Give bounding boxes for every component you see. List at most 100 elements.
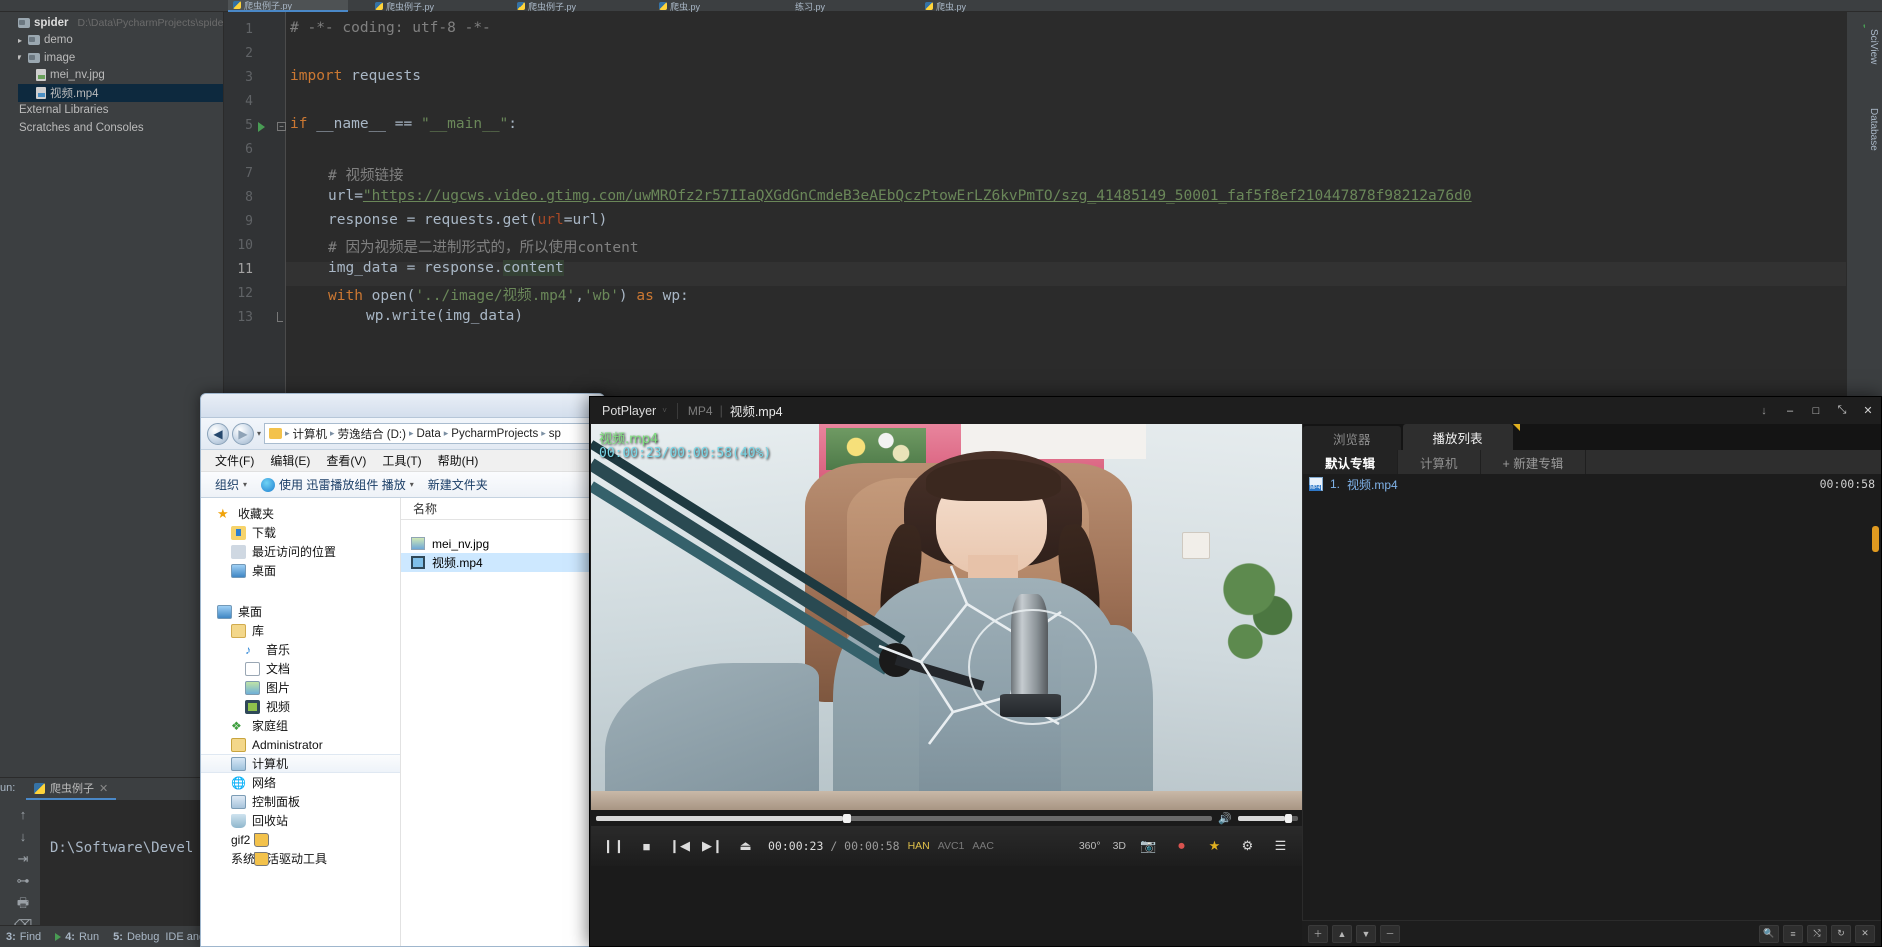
menu-view[interactable]: 查看(V) [326, 452, 366, 469]
play-with-xunlei-button[interactable]: 使用 迅雷播放组件 播放 ▾ [261, 476, 414, 493]
nav-item-activation-tools[interactable]: 系统激活驱动工具 [201, 849, 400, 868]
print-icon[interactable]: 🖶 [14, 894, 32, 912]
album-tab-default[interactable]: 默认专辑 [1303, 450, 1399, 474]
nav-item-computer[interactable]: 计算机 [201, 754, 400, 773]
filter-icon[interactable]: ⊶ [14, 872, 32, 890]
explorer-navigation-pane[interactable]: ★ 收藏夹 下载 最近访问的位置 桌面 桌面 库 ♪ 音乐 文档 图片 视频 ❖ 家庭… [201, 498, 401, 946]
left-tool-strip[interactable] [0, 12, 18, 777]
volume-bar[interactable] [1238, 813, 1298, 823]
scroll-up-icon[interactable]: ↑ [14, 806, 32, 824]
editor-tab-0[interactable]: 爬虫例子.py [228, 0, 348, 12]
nav-item-libraries[interactable]: 库 [201, 621, 400, 640]
playlist-add-icon[interactable]: ＋ [1308, 924, 1328, 943]
album-tab-computer[interactable]: 计算机 [1398, 450, 1481, 474]
menu-tools[interactable]: 工具(T) [382, 452, 421, 469]
status-run[interactable]: 4: Run [55, 931, 99, 943]
project-tool-window[interactable]: ▼ spider D:\Data\PycharmProjects\spider … [0, 12, 227, 777]
run-gutter-icon[interactable] [258, 122, 265, 132]
breadcrumb-2[interactable]: Data [416, 428, 440, 440]
nav-item-administrator[interactable]: Administrator [201, 735, 400, 754]
playlist-close-icon[interactable]: ✕ [1855, 924, 1875, 943]
playlist-remove-icon[interactable]: － [1380, 924, 1400, 943]
nav-item-pictures[interactable]: 图片 [201, 678, 400, 697]
potplayer-title-bar[interactable]: PotPlayer ˅ MP4 | 视频.mp4 ↓ – □ ⤡ ✕ [590, 397, 1881, 424]
breadcrumb-1[interactable]: 劳逸结合 (D:) [338, 426, 406, 442]
audio-codec-tag[interactable]: AAC [972, 840, 994, 852]
tab-browser[interactable]: 浏览器 [1303, 426, 1401, 450]
maximize-button[interactable]: □ [1803, 397, 1829, 424]
playlist-scrollbar[interactable] [1872, 526, 1879, 552]
nav-item-music[interactable]: ♪ 音乐 [201, 640, 400, 659]
potplayer-menu-button[interactable]: PotPlayer ˅ [590, 404, 667, 418]
run-toolbar[interactable]: ↑ ↓ ⇥ ⊶ 🖶 ⌫ [8, 802, 38, 932]
playlist-down-icon[interactable]: ▼ [1356, 924, 1376, 943]
nav-item-control-panel[interactable]: 控制面板 [201, 792, 400, 811]
right-tab-database[interactable]: Database [1865, 90, 1882, 168]
stop-button[interactable]: ■ [630, 832, 663, 860]
back-button[interactable]: ◀ [207, 422, 229, 445]
tab-playlist[interactable]: 播放列表 [1402, 424, 1513, 450]
code-url-string[interactable]: "https://ugcws.video.gtimg.com/uwMROfz2r… [363, 188, 1472, 204]
scroll-down-icon[interactable]: ↓ [14, 828, 32, 846]
status-debug[interactable]: 5: Debug [113, 931, 159, 943]
settings-icon[interactable]: ⚙ [1231, 832, 1264, 860]
video-codec-tag[interactable]: AVC1 [938, 840, 965, 852]
organize-button[interactable]: 组织 ▾ [215, 476, 247, 493]
pin-icon[interactable]: ↓ [1751, 397, 1777, 424]
seek-bar[interactable] [596, 813, 1213, 823]
tree-item-external-libraries[interactable]: External Libraries [0, 102, 223, 120]
close-button[interactable]: ✕ [1855, 397, 1881, 424]
playlist-sort-icon[interactable]: ≡ [1783, 924, 1803, 943]
nav-item-desktop-fav[interactable]: 桌面 [201, 561, 400, 580]
nav-item-recycle-bin[interactable]: 回收站 [201, 811, 400, 830]
breadcrumb-0[interactable]: 计算机 [293, 426, 328, 442]
run-tab-spider-example[interactable]: 爬虫例子 ✕ [26, 778, 117, 800]
tree-item-mei-nv-jpg[interactable]: mei_nv.jpg [0, 67, 223, 85]
eject-button[interactable]: ⏏ [729, 832, 762, 860]
breadcrumb-3[interactable]: PycharmProjects [451, 428, 538, 440]
playlist-search-icon[interactable]: 🔍 [1759, 924, 1779, 943]
audio-lang-tag[interactable]: HAN [908, 840, 930, 852]
seek-handle[interactable] [842, 813, 851, 823]
menu-file[interactable]: 文件(F) [215, 452, 254, 469]
tree-item-video-mp4[interactable]: 视频.mp4 [0, 84, 223, 102]
playlist-up-icon[interactable]: ▲ [1332, 924, 1352, 943]
playlist-toggle-icon[interactable]: ☰ [1264, 832, 1297, 860]
editor-tab-2[interactable]: 爬虫例子.py [512, 0, 632, 12]
fold-toggle-icon[interactable]: − [277, 122, 286, 131]
nav-item-desktop[interactable]: 桌面 [201, 602, 400, 621]
menu-help[interactable]: 帮助(H) [438, 452, 479, 469]
playlist-row-0[interactable]: 1. 视频.mp4 00:00:58 [1303, 474, 1881, 494]
tree-item-image[interactable]: ▼ image [0, 49, 223, 67]
nav-item-gif2[interactable]: gif2 [201, 830, 400, 849]
status-find[interactable]: 3: Find [6, 931, 41, 943]
next-button[interactable]: ▶❙ [696, 832, 729, 860]
record-icon[interactable]: ⏺ [1165, 832, 1198, 860]
volume-handle[interactable] [1284, 813, 1292, 823]
breadcrumb-4[interactable]: sp [549, 428, 561, 440]
minimize-button[interactable]: – [1777, 397, 1803, 424]
menu-edit[interactable]: 编辑(E) [270, 452, 310, 469]
tree-item-demo[interactable]: ▶ demo [0, 32, 223, 50]
nav-item-network[interactable]: 🌐 网络 [201, 773, 400, 792]
editor-tab-5[interactable]: 爬虫.py [920, 0, 1025, 12]
previous-button[interactable]: ❙◀ [663, 832, 696, 860]
tree-item-scratches[interactable]: Scratches and Consoles [0, 119, 223, 137]
nav-item-downloads[interactable]: 下载 [201, 523, 400, 542]
bookmark-icon[interactable]: ★ [1198, 832, 1231, 860]
nav-item-recent-places[interactable]: 最近访问的位置 [201, 542, 400, 561]
pause-button[interactable]: ❙❙ [597, 832, 630, 860]
nav-item-homegroup[interactable]: ❖ 家庭组 [201, 716, 400, 735]
soft-wrap-icon[interactable]: ⇥ [14, 850, 32, 868]
playlist-repeat-icon[interactable]: ↻ [1831, 924, 1851, 943]
windows-explorer-window[interactable]: ◀ ▶ ▾ ▸ 计算机 ▸ 劳逸结合 (D:) ▸ Data ▸ Pycharm… [200, 393, 605, 947]
angle-label[interactable]: 360° [1073, 840, 1107, 852]
editor-tab-1[interactable]: 爬虫例子.py [370, 0, 490, 12]
nav-item-documents[interactable]: 文档 [201, 659, 400, 678]
nav-item-videos[interactable]: 视频 [201, 697, 400, 716]
potplayer-window[interactable]: PotPlayer ˅ MP4 | 视频.mp4 ↓ – □ ⤡ ✕ 视频.mp… [589, 396, 1882, 947]
editor-tab-3[interactable]: 爬虫.py [654, 0, 759, 12]
close-icon[interactable]: ✕ [99, 782, 108, 795]
chevron-down-icon[interactable]: ˅ [662, 406, 667, 415]
mode3d-label[interactable]: 3D [1107, 840, 1132, 852]
